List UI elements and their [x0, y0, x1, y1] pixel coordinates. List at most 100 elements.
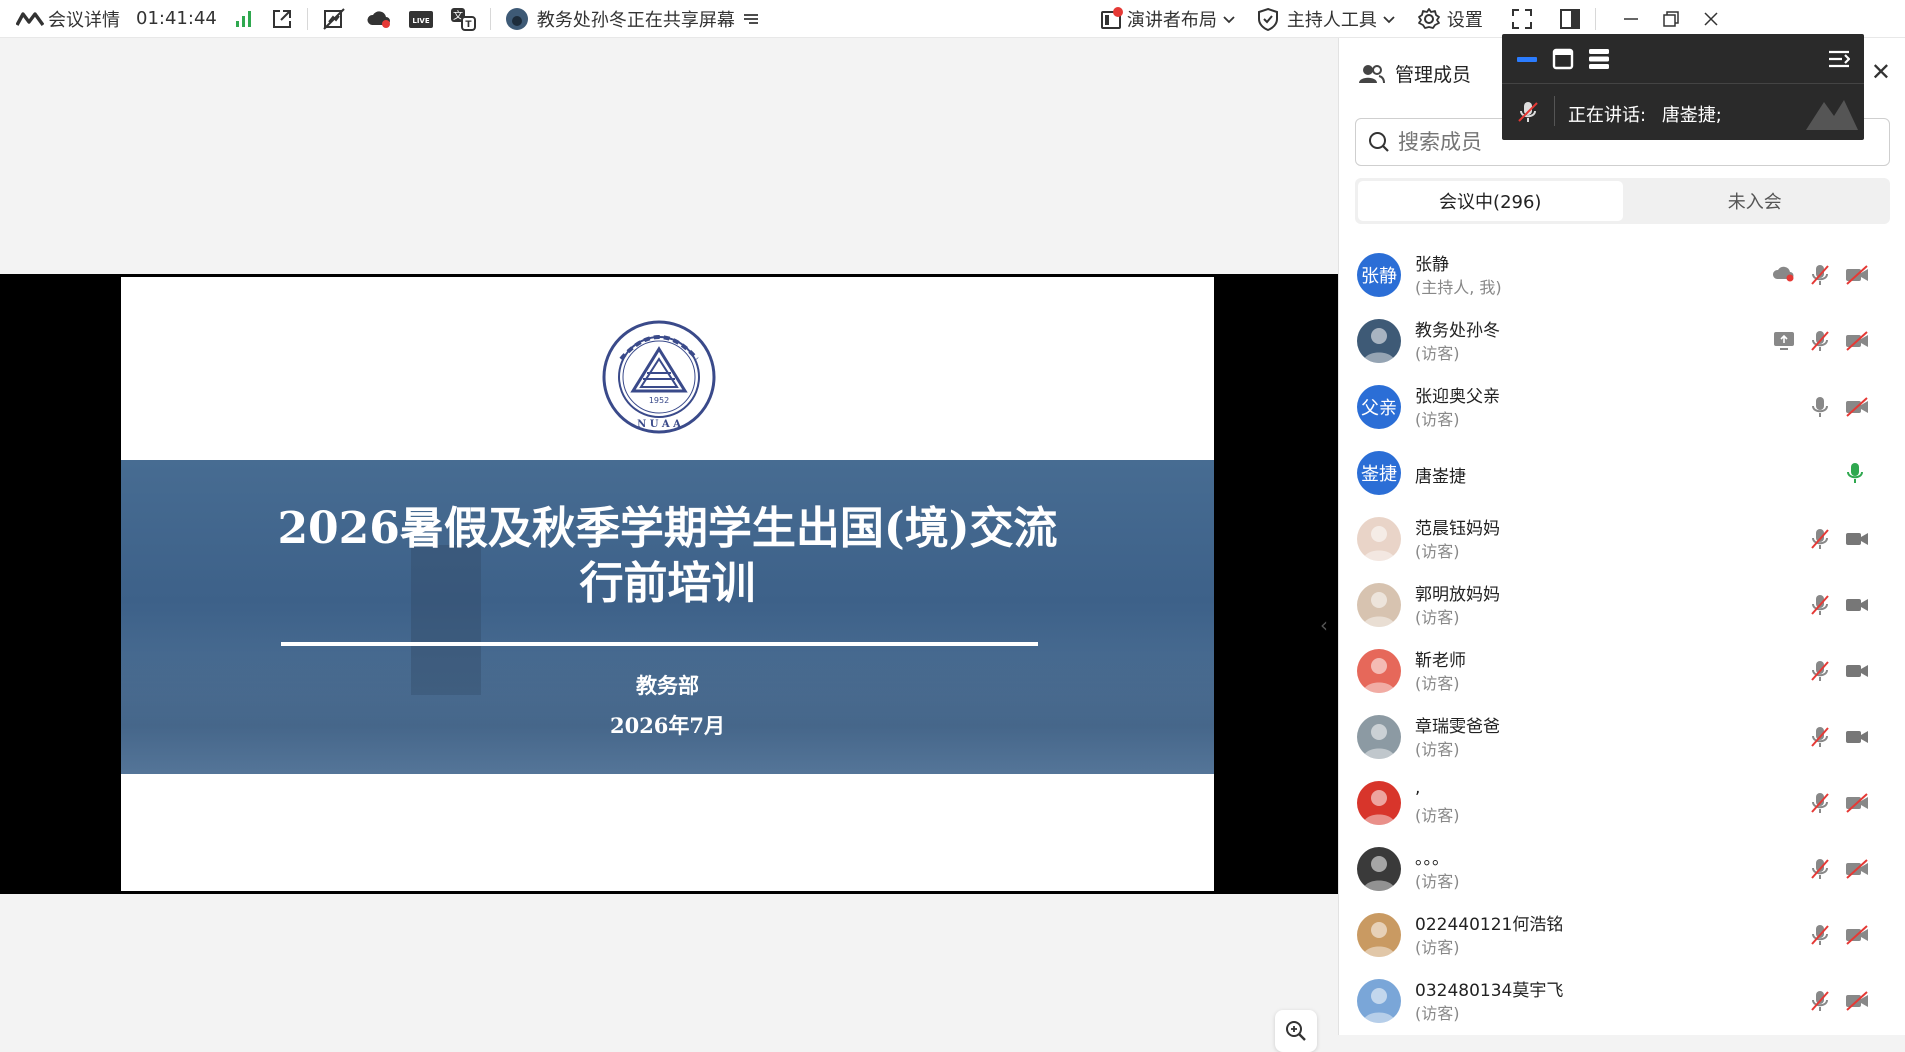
mic-muted-icon[interactable] [1809, 329, 1831, 353]
layout-icon [1099, 6, 1123, 31]
member-role: (访客) [1415, 674, 1460, 693]
fullscreen-icon[interactable] [1511, 8, 1533, 30]
avatar [1357, 781, 1401, 825]
camera-off-icon[interactable] [1844, 264, 1870, 286]
whiteboard-off-icon[interactable] [322, 7, 346, 31]
mic-muted-icon[interactable] [1809, 593, 1831, 617]
mic-muted-icon[interactable] [1809, 263, 1831, 287]
presenter-layout-label: 演讲者布局 [1126, 9, 1217, 31]
member-row[interactable]: 。。。 (访客) [1339, 836, 1905, 902]
pop-out-icon[interactable] [271, 8, 293, 30]
mic-muted-icon[interactable] [1809, 725, 1831, 749]
translate-icon[interactable]: 文T [450, 7, 476, 31]
member-role: (访客) [1415, 1004, 1460, 1023]
floating-speaker-window[interactable]: 正在讲话: 唐崟捷; [1502, 34, 1864, 140]
shared-screen-video: 1952 N U A A 2026暑假及秋季学期学生出国(境)交流 行前培训 教… [0, 274, 1338, 894]
tab-not-joined[interactable]: 未入会 [1623, 181, 1888, 221]
toolbar-divider [306, 7, 308, 30]
member-row[interactable]: , (访客) [1339, 770, 1905, 836]
camera-off-icon[interactable] [1844, 990, 1870, 1012]
member-name: 032480134莫宇飞 [1415, 981, 1564, 1001]
close-panel-icon[interactable]: ✕ [1871, 58, 1891, 86]
camera-off-icon[interactable] [1844, 330, 1870, 352]
mic-muted-icon[interactable] [1809, 527, 1831, 551]
mic-muted-icon[interactable] [1809, 791, 1831, 815]
presentation-slide: 1952 N U A A 2026暑假及秋季学期学生出国(境)交流 行前培训 教… [121, 277, 1214, 891]
camera-off-icon[interactable] [1844, 792, 1870, 814]
camera-off-icon[interactable] [1844, 858, 1870, 880]
member-row[interactable]: 教务处孙冬 (访客) [1339, 308, 1905, 374]
mic-muted-icon[interactable] [1809, 857, 1831, 881]
host-tools-dropdown[interactable]: 主持人工具 [1257, 0, 1395, 38]
search-icon [1368, 131, 1390, 153]
sharing-status-text: 教务处孙冬正在共享屏幕 [536, 9, 735, 31]
shield-icon [1257, 7, 1279, 31]
zoom-in-icon [1285, 1020, 1307, 1042]
tab-in-meeting[interactable]: 会议中(296) [1358, 181, 1623, 221]
member-row[interactable]: 章瑞雯爸爸 (访客) [1339, 704, 1905, 770]
member-name: 范晨钰妈妈 [1415, 519, 1500, 539]
member-management-panel: 管理成员 ✕ 会议中(296) 未入会 张静张静 (主持人, 我) 教务处孙冬 (访客… [1338, 38, 1905, 1035]
minimize-bar-icon[interactable] [1516, 48, 1538, 70]
camera-on-icon[interactable] [1844, 726, 1870, 748]
mic-muted-icon[interactable] [1809, 989, 1831, 1013]
member-list: 张静 张静 (主持人, 我) 教务处孙冬 (访客) 父亲 张迎奥父亲 (访客) 崟捷 唐崟捷 范晨钰… [1339, 242, 1905, 1034]
member-row[interactable]: 张静 张静 (主持人, 我) [1339, 242, 1905, 308]
member-row[interactable]: 032480134莫宇飞 (访客) [1339, 968, 1905, 1034]
nuaa-logo: 1952 N U A A [601, 319, 717, 435]
camera-off-icon[interactable] [1844, 396, 1870, 418]
camera-off-icon[interactable] [1844, 924, 1870, 946]
mic-muted-icon[interactable] [1809, 659, 1831, 683]
member-row[interactable]: 范晨钰妈妈 (访客) [1339, 506, 1905, 572]
sidebar-toggle-icon[interactable] [1559, 8, 1581, 30]
member-row[interactable]: 靳老师 (访客) [1339, 638, 1905, 704]
member-role: (访客) [1415, 344, 1460, 363]
slide-divider [281, 642, 1038, 646]
live-stream-icon[interactable]: LIVE [408, 8, 434, 30]
member-role: (访客) [1415, 410, 1460, 429]
speaker-video-thumbnail [1804, 96, 1860, 132]
member-tabs: 会议中(296) 未入会 [1355, 178, 1890, 224]
slide-title-line2: 行前培训 [579, 558, 756, 609]
member-role: (访客) [1415, 608, 1460, 627]
collapse-panel-chevron-icon[interactable]: ‹ [1320, 613, 1328, 637]
single-view-icon[interactable] [1552, 48, 1574, 70]
gear-icon [1417, 7, 1441, 31]
presenter-layout-dropdown[interactable]: 演讲者布局 [1099, 0, 1235, 38]
camera-on-icon[interactable] [1844, 528, 1870, 550]
tencent-meeting-logo-icon [16, 11, 44, 27]
member-name: 靳老师 [1415, 651, 1466, 671]
list-view-icon[interactable] [1588, 48, 1610, 70]
camera-on-icon[interactable] [1844, 660, 1870, 682]
minimize-icon[interactable] [1622, 10, 1640, 28]
meeting-details-button[interactable]: 会议详情 [16, 0, 120, 38]
host-tools-label: 主持人工具 [1286, 9, 1377, 31]
member-row[interactable]: 父亲 张迎奥父亲 (访客) [1339, 374, 1905, 440]
mic-speaking-icon[interactable] [1844, 461, 1866, 485]
avatar [1357, 913, 1401, 957]
network-signal-icon[interactable] [235, 10, 253, 28]
restore-icon[interactable] [1662, 10, 1680, 28]
member-role: (访客) [1415, 806, 1460, 825]
cloud-record-icon[interactable] [366, 8, 392, 30]
mic-on-icon[interactable] [1809, 395, 1831, 419]
member-row[interactable]: 022440121何浩铭 (访客) [1339, 902, 1905, 968]
member-name: 张迎奥父亲 [1415, 387, 1500, 407]
panel-header: 管理成员 [1359, 60, 1471, 87]
mic-muted-icon[interactable] [1809, 923, 1831, 947]
member-name: 章瑞雯爸爸 [1415, 717, 1500, 737]
camera-on-icon[interactable] [1844, 594, 1870, 616]
sharing-status-button[interactable]: 教务处孙冬正在共享屏幕 [505, 0, 759, 38]
avatar [1357, 583, 1401, 627]
shared-screen-area: 1952 N U A A 2026暑假及秋季学期学生出国(境)交流 行前培训 教… [0, 38, 1338, 1052]
settings-button[interactable]: 设置 [1417, 0, 1483, 38]
expand-menu-icon[interactable] [1828, 48, 1850, 70]
member-row[interactable]: 崟捷 唐崟捷 [1339, 440, 1905, 506]
close-icon[interactable] [1702, 10, 1720, 28]
member-row[interactable]: 郭明放妈妈 (访客) [1339, 572, 1905, 638]
zoom-button[interactable] [1275, 1010, 1317, 1052]
cloud-record-icon [1772, 263, 1796, 285]
member-role: (主持人, 我) [1415, 278, 1502, 297]
toolbar-divider [489, 7, 491, 30]
chevron-down-icon [1223, 14, 1235, 24]
